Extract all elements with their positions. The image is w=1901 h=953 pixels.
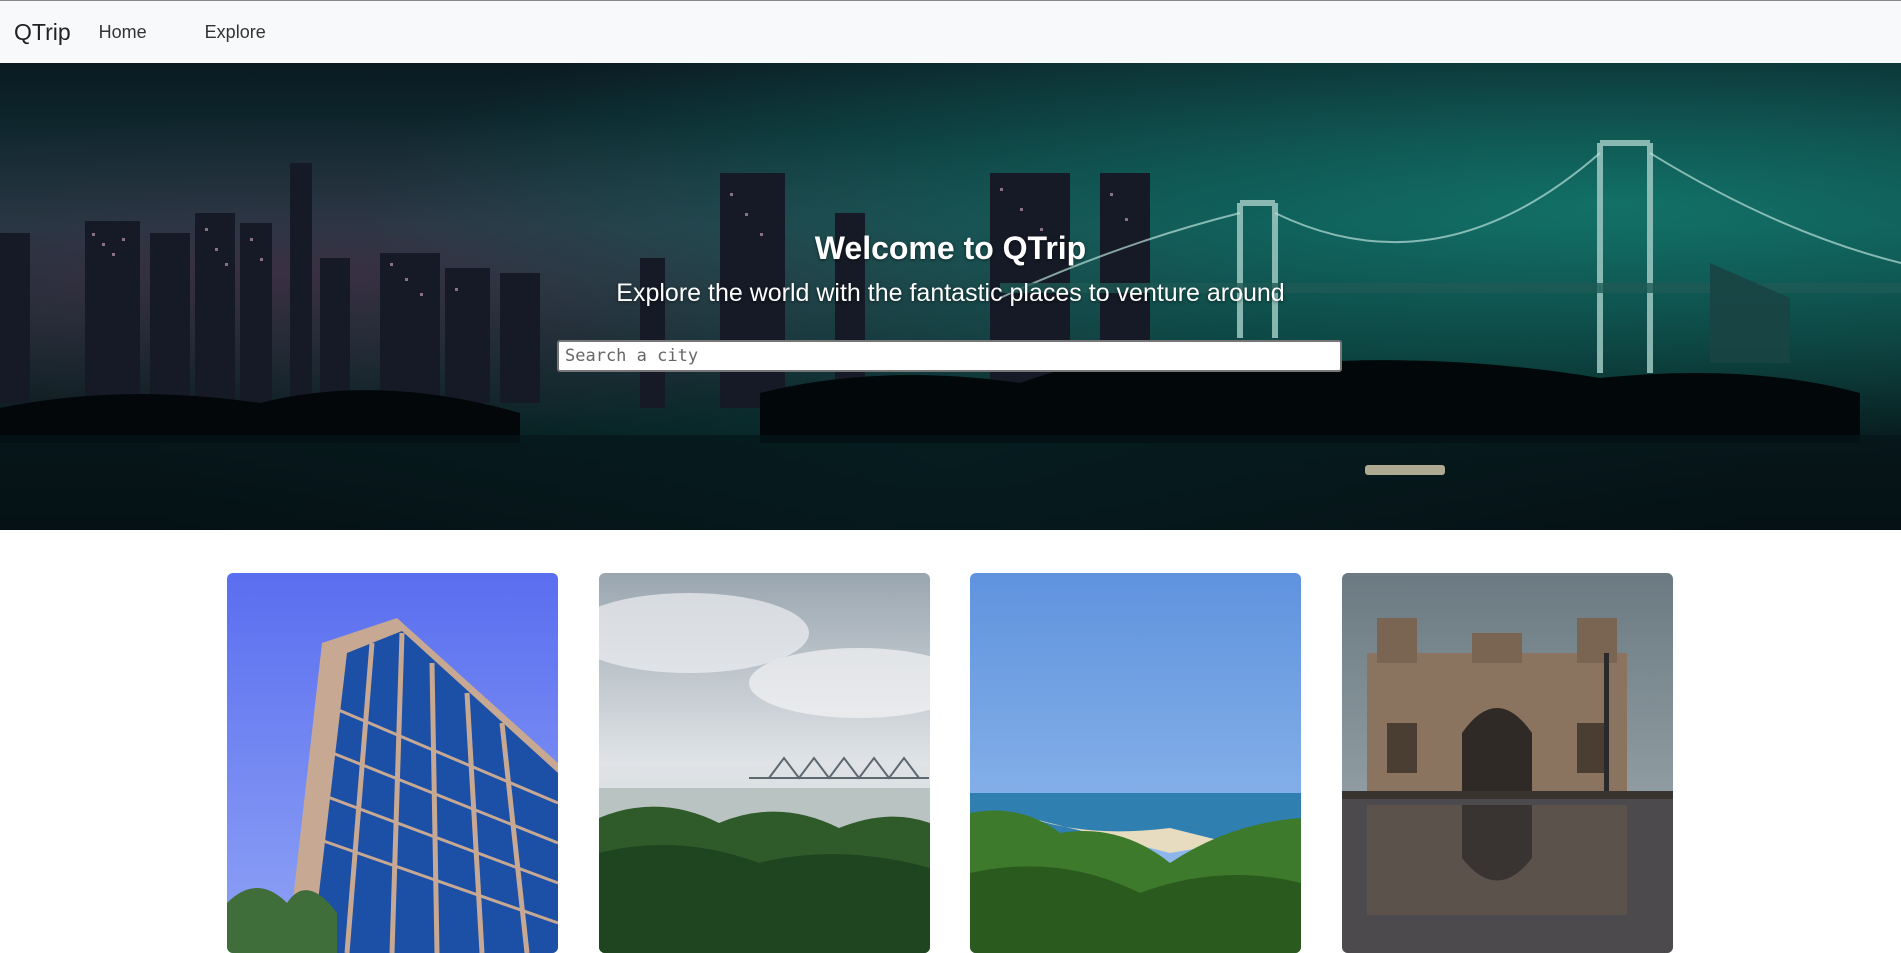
hero-content: Welcome to QTrip Explore the world with … <box>0 223 1901 313</box>
city-card[interactable] <box>970 573 1301 953</box>
city-card[interactable] <box>599 573 930 953</box>
brand-logo-link[interactable]: QTrip <box>14 19 71 46</box>
nav-link-home[interactable]: Home <box>99 22 147 43</box>
coastal-beach-image <box>970 573 1301 953</box>
gateway-monument-image <box>1342 573 1673 953</box>
river-bridge-greenery-image <box>599 573 930 953</box>
hero-banner: Welcome to QTrip Explore the world with … <box>0 63 1901 530</box>
top-navbar: QTrip Home Explore <box>0 0 1901 63</box>
hero-subtitle: Explore the world with the fantastic pla… <box>616 279 1285 307</box>
city-card[interactable] <box>1342 573 1673 953</box>
nav-link-explore[interactable]: Explore <box>205 22 266 43</box>
city-cards-grid <box>227 573 1673 953</box>
hero-title: Welcome to QTrip <box>814 230 1087 266</box>
city-search-input[interactable] <box>557 340 1342 372</box>
glass-office-tower-image <box>227 573 558 953</box>
city-card[interactable] <box>227 573 558 953</box>
